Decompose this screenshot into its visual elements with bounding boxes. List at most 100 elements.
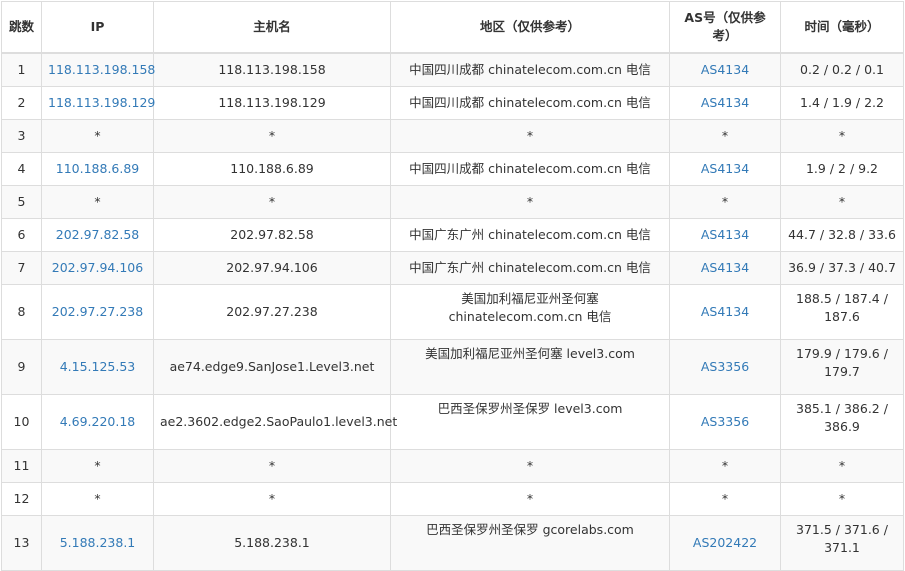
hop-cell: 7 [1,251,42,285]
hop-cell: 1 [1,52,42,87]
asn-link[interactable]: AS4134 [669,86,781,120]
asn-link[interactable]: AS4134 [669,284,781,340]
location-cell: * [390,185,670,219]
hop-cell: 13 [1,515,42,571]
hostname-cell: 118.113.198.129 [153,86,391,120]
hostname-cell: 110.188.6.89 [153,152,391,186]
asn-link[interactable]: AS4134 [669,251,781,285]
hostname-cell: ae2.3602.edge2.SaoPaulo1.level3.net [153,394,397,450]
ip-link[interactable]: 202.97.82.58 [41,218,154,252]
hostname-cell: ae74.edge9.SanJose1.Level3.net [153,339,391,395]
ip-link[interactable]: 4.69.220.18 [41,394,154,450]
time-cell: 1.9 / 2 / 9.2 [780,152,904,186]
hostname-cell: * [153,119,391,153]
table-row: 5 * * * * * [1,185,904,219]
hostname-cell: 202.97.94.106 [153,251,391,285]
hop-cell: 5 [1,185,42,219]
hostname-cell: * [153,185,391,219]
ip-link[interactable]: 118.113.198.129 [41,86,155,120]
ip-link[interactable]: 110.188.6.89 [41,152,154,186]
location-cell: * [390,119,670,153]
header-hop: 跳数 [1,1,42,54]
hop-cell: 9 [1,339,42,395]
time-cell: 371.5 / 371.6 / 371.1 [780,515,904,571]
table-row: 11 * * * * * [1,449,904,483]
traceroute-table: 跳数 IP 主机名 地区（仅供参考） AS号（仅供参考） 时间（毫秒） 1 118… [1,1,904,571]
location-cell: 中国广东广州 chinatelecom.com.cn 电信 [390,218,670,252]
asn-link[interactable]: AS4134 [669,52,781,87]
ip-link[interactable]: 5.188.238.1 [41,515,154,571]
ip-link[interactable]: 4.15.125.53 [41,339,154,395]
table-header: 跳数 IP 主机名 地区（仅供参考） AS号（仅供参考） 时间（毫秒） [1,1,904,54]
table-row: 4 110.188.6.89 110.188.6.89 中国四川成都 chinatel… [1,152,904,186]
header-ip: IP [41,1,154,54]
time-cell: * [780,482,904,516]
location-cell: 中国四川成都 chinatelecom.com.cn 电信 [390,52,670,87]
hop-cell: 3 [1,119,42,153]
table-row: 9 4.15.125.53 ae74.edge9.SanJose1.Level3.n… [1,339,904,395]
time-cell: 0.2 / 0.2 / 0.1 [780,52,904,87]
table-row: 10 4.69.220.18 ae2.3602.edge2.SaoPaulo1.le… [1,394,904,450]
hostname-cell: * [153,482,391,516]
table-row: 12 * * * * * [1,482,904,516]
header-asn: AS号（仅供参考） [669,1,781,54]
location-cell: 中国四川成都 chinatelecom.com.cn 电信 [390,152,670,186]
table-row: 2 118.113.198.129 118.113.198.129 中国四川成都 ch… [1,86,904,120]
ip-cell: * [41,119,154,153]
location-cell: * [390,449,670,483]
asn-cell: * [669,449,781,483]
table-row: 3 * * * * * [1,119,904,153]
asn-link[interactable]: AS4134 [669,152,781,186]
ip-link[interactable]: 118.113.198.158 [41,52,155,87]
hop-cell: 11 [1,449,42,483]
asn-cell: * [669,119,781,153]
asn-link[interactable]: AS3356 [669,394,781,450]
hostname-cell: 202.97.82.58 [153,218,391,252]
time-cell: 179.9 / 179.6 / 179.7 [780,339,904,395]
hostname-cell: 202.97.27.238 [153,284,391,340]
ip-cell: * [41,449,154,483]
location-cell: 中国广东广州 chinatelecom.com.cn 电信 [390,251,670,285]
asn-link[interactable]: AS4134 [669,218,781,252]
time-cell: * [780,119,904,153]
time-cell: * [780,185,904,219]
hop-cell: 10 [1,394,42,450]
table-row: 13 5.188.238.1 5.188.238.1 巴西圣保罗州圣保罗 gcorel… [1,515,904,571]
hop-cell: 8 [1,284,42,340]
time-cell: 188.5 / 187.4 / 187.6 [780,284,904,340]
asn-link[interactable]: AS202422 [669,515,781,571]
table-row: 6 202.97.82.58 202.97.82.58 中国广东广州 chinatel… [1,218,904,252]
time-cell: * [780,449,904,483]
location-cell: * [390,482,670,516]
location-cell: 巴西圣保罗州圣保罗 gcorelabs.com [390,515,670,571]
table-row: 1 118.113.198.158 118.113.198.158 中国四川成都 ch… [1,52,904,87]
ip-cell: * [41,482,154,516]
location-cell: 中国四川成都 chinatelecom.com.cn 电信 [390,86,670,120]
table-row: 7 202.97.94.106 202.97.94.106 中国广东广州 chinat… [1,251,904,285]
location-cell: 美国加利福尼亚州圣何塞 chinatelecom.com.cn 电信 [390,284,670,340]
time-cell: 36.9 / 37.3 / 40.7 [780,251,904,285]
header-hostname: 主机名 [153,1,391,54]
location-cell: 美国加利福尼亚州圣何塞 level3.com [390,339,670,395]
hop-cell: 6 [1,218,42,252]
asn-link[interactable]: AS3356 [669,339,781,395]
time-cell: 1.4 / 1.9 / 2.2 [780,86,904,120]
hop-cell: 2 [1,86,42,120]
time-cell: 385.1 / 386.2 / 386.9 [780,394,904,450]
hostname-cell: 5.188.238.1 [153,515,391,571]
hostname-cell: * [153,449,391,483]
table-body: 1 118.113.198.158 118.113.198.158 中国四川成都 ch… [1,52,904,571]
ip-link[interactable]: 202.97.27.238 [41,284,154,340]
ip-link[interactable]: 202.97.94.106 [41,251,154,285]
asn-cell: * [669,185,781,219]
location-cell: 巴西圣保罗州圣保罗 level3.com [390,394,670,450]
hop-cell: 4 [1,152,42,186]
header-time: 时间（毫秒） [780,1,904,54]
hop-cell: 12 [1,482,42,516]
time-cell: 44.7 / 32.8 / 33.6 [780,218,904,252]
header-location: 地区（仅供参考） [390,1,670,54]
table-row: 8 202.97.27.238 202.97.27.238 美国加利福尼亚州圣何塞 c… [1,284,904,340]
ip-cell: * [41,185,154,219]
hostname-cell: 118.113.198.158 [153,52,391,87]
asn-cell: * [669,482,781,516]
